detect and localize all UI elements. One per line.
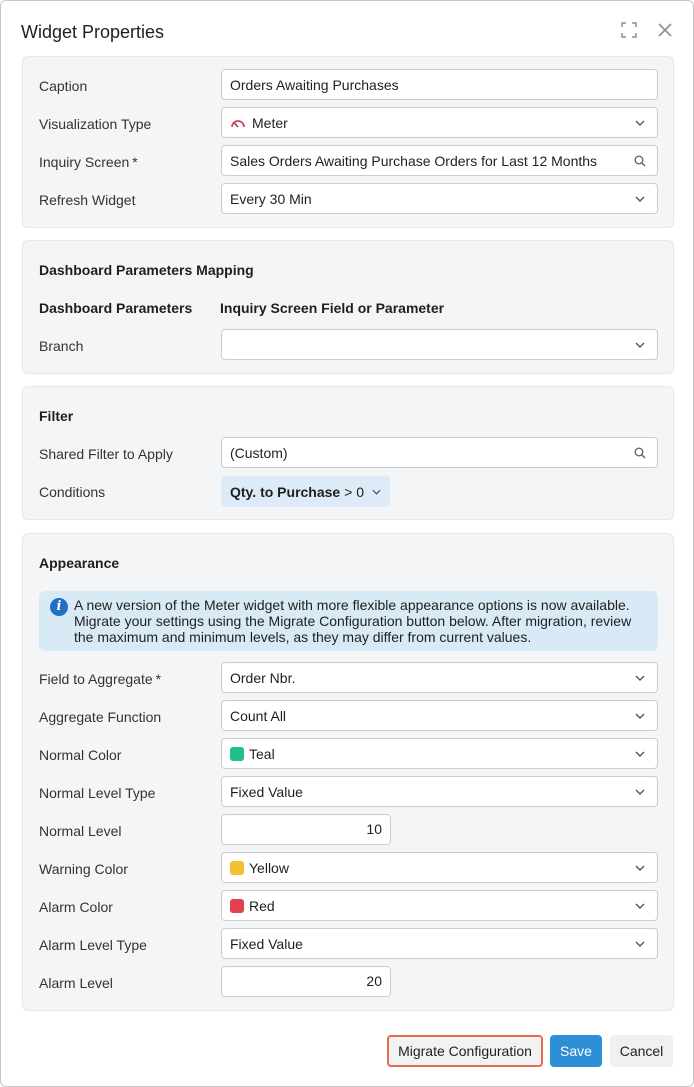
refresh-widget-select[interactable]: Every 30 Min xyxy=(221,183,658,214)
condition-chip[interactable]: Qty. to Purchase > 0 xyxy=(221,476,391,507)
alarm-level-type-value: Fixed Value xyxy=(230,935,303,952)
field-to-aggregate-select[interactable]: Order Nbr. xyxy=(221,662,658,693)
search-icon[interactable] xyxy=(623,146,657,175)
caption-value: Orders Awaiting Purchases xyxy=(230,76,399,93)
inquiry-screen-label: Inquiry Screen * xyxy=(39,154,138,170)
filter-title: Filter xyxy=(39,408,74,424)
warning-color-value: Yellow xyxy=(249,859,289,876)
chevron-down-icon xyxy=(623,739,657,768)
maximize-icon[interactable] xyxy=(618,19,640,41)
widget-properties-dialog: Widget Properties Caption Orders Awaitin… xyxy=(0,0,694,1087)
condition-field: Qty. to Purchase xyxy=(230,483,341,500)
inquiry-field-header: Inquiry Screen Field or Parameter xyxy=(220,300,445,316)
normal-level-type-value: Fixed Value xyxy=(230,783,303,800)
branch-label: Branch xyxy=(39,338,84,354)
normal-level-input[interactable]: 10 xyxy=(221,814,391,845)
warning-color-swatch xyxy=(230,860,244,875)
refresh-widget-label: Refresh Widget xyxy=(39,192,136,208)
normal-color-label: Normal Color xyxy=(39,747,122,763)
inquiry-screen-input[interactable]: Sales Orders Awaiting Purchase Orders fo… xyxy=(221,145,658,176)
info-icon: i xyxy=(50,598,68,616)
required-marker: * xyxy=(155,671,162,687)
alarm-color-select[interactable]: Red xyxy=(221,890,658,921)
dialog-title: Widget Properties xyxy=(21,22,165,42)
chevron-down-icon xyxy=(372,489,381,495)
visualization-type-value: Meter xyxy=(252,114,288,131)
warning-color-label: Warning Color xyxy=(39,861,128,877)
chevron-down-icon xyxy=(623,330,657,359)
normal-color-swatch xyxy=(230,746,244,761)
alarm-color-label: Alarm Color xyxy=(39,899,113,915)
warning-color-select[interactable]: Yellow xyxy=(221,852,658,883)
general-section: Caption Orders Awaiting Purchases Visual… xyxy=(22,56,674,228)
chevron-down-icon xyxy=(623,853,657,882)
branch-select[interactable] xyxy=(221,329,658,360)
normal-level-type-label: Normal Level Type xyxy=(39,785,156,801)
shared-filter-input[interactable]: (Custom) xyxy=(221,437,658,468)
alarm-level-type-label: Alarm Level Type xyxy=(39,937,147,953)
chevron-down-icon xyxy=(623,663,657,692)
migration-info-text: A new version of the Meter widget with m… xyxy=(74,597,632,645)
chevron-down-icon xyxy=(623,701,657,730)
alarm-color-value: Red xyxy=(249,897,275,914)
save-button[interactable]: Save xyxy=(550,1035,602,1067)
field-to-aggregate-label: Field to Aggregate * xyxy=(39,671,161,687)
alarm-color-swatch xyxy=(230,898,244,913)
filter-section: Filter Shared Filter to Apply (Custom) C… xyxy=(22,386,674,520)
appearance-section: Appearance i A new version of the Meter … xyxy=(22,533,674,1011)
close-icon[interactable] xyxy=(654,19,676,41)
normal-level-type-select[interactable]: Fixed Value xyxy=(221,776,658,807)
chevron-down-icon xyxy=(623,184,657,213)
field-to-aggregate-value: Order Nbr. xyxy=(230,669,296,686)
alarm-level-type-select[interactable]: Fixed Value xyxy=(221,928,658,959)
refresh-widget-value: Every 30 Min xyxy=(230,190,312,207)
inquiry-screen-value: Sales Orders Awaiting Purchase Orders fo… xyxy=(230,152,598,169)
condition-operator: > 0 xyxy=(344,483,365,500)
shared-filter-label: Shared Filter to Apply xyxy=(39,446,173,462)
alarm-level-input[interactable]: 20 xyxy=(221,966,391,997)
normal-color-select[interactable]: Teal xyxy=(221,738,658,769)
meter-gauge-icon xyxy=(230,117,246,129)
normal-level-label: Normal Level xyxy=(39,823,122,839)
migrate-configuration-button[interactable]: Migrate Configuration xyxy=(387,1035,543,1067)
required-marker: * xyxy=(132,154,138,170)
conditions-label: Conditions xyxy=(39,484,106,500)
chevron-down-icon xyxy=(623,891,657,920)
alarm-level-label: Alarm Level xyxy=(39,975,113,991)
aggregate-function-select[interactable]: Count All xyxy=(221,700,658,731)
visualization-type-select[interactable]: Meter xyxy=(221,107,658,138)
dialog-titlebar: Widget Properties xyxy=(1,1,693,57)
parameters-mapping-title: Dashboard Parameters Mapping xyxy=(39,262,254,278)
caption-input[interactable]: Orders Awaiting Purchases xyxy=(221,69,658,100)
chevron-down-icon xyxy=(623,777,657,806)
appearance-title: Appearance xyxy=(39,555,120,571)
chevron-down-icon xyxy=(623,929,657,958)
field-to-aggregate-label-text: Field to Aggregate xyxy=(39,671,153,687)
dashboard-parameters-header: Dashboard Parameters xyxy=(39,300,193,316)
migration-info-banner: i A new version of the Meter widget with… xyxy=(39,591,658,651)
search-icon[interactable] xyxy=(623,438,657,467)
visualization-type-label: Visualization Type xyxy=(39,116,152,132)
cancel-button[interactable]: Cancel xyxy=(610,1035,673,1067)
caption-label: Caption xyxy=(39,78,88,94)
parameters-mapping-section: Dashboard Parameters Mapping Dashboard P… xyxy=(22,240,674,374)
normal-color-value: Teal xyxy=(249,745,275,762)
aggregate-function-value: Count All xyxy=(230,707,287,724)
inquiry-screen-label-text: Inquiry Screen xyxy=(39,154,130,170)
shared-filter-value: (Custom) xyxy=(230,444,288,461)
chevron-down-icon xyxy=(623,108,657,137)
aggregate-function-label: Aggregate Function xyxy=(39,709,162,725)
